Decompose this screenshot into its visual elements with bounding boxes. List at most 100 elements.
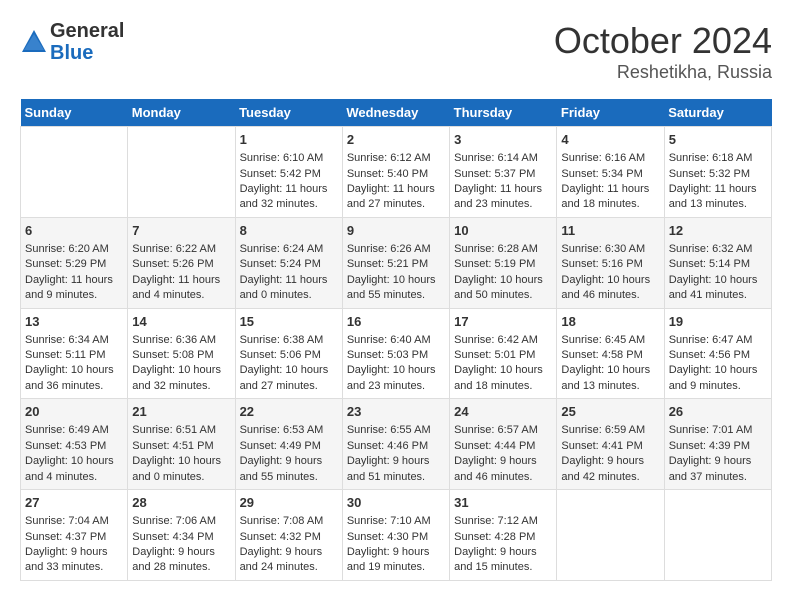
day-info: Daylight: 9 hours and 42 minutes. — [561, 454, 659, 485]
day-number: 16 — [347, 313, 445, 331]
calendar-cell: 3Sunrise: 6:14 AMSunset: 5:37 PMDaylight… — [450, 127, 557, 218]
col-wednesday: Wednesday — [342, 99, 449, 127]
day-info: Sunrise: 6:32 AM — [669, 242, 767, 257]
calendar-cell: 27Sunrise: 7:04 AMSunset: 4:37 PMDayligh… — [21, 490, 128, 581]
calendar-header: Sunday Monday Tuesday Wednesday Thursday… — [21, 99, 772, 127]
page-header: General Blue October 2024 Reshetikha, Ru… — [20, 20, 772, 83]
day-info: Sunset: 5:19 PM — [454, 257, 552, 272]
calendar-cell: 14Sunrise: 6:36 AMSunset: 5:08 PMDayligh… — [128, 308, 235, 399]
calendar-table: Sunday Monday Tuesday Wednesday Thursday… — [20, 99, 772, 581]
calendar-cell: 4Sunrise: 6:16 AMSunset: 5:34 PMDaylight… — [557, 127, 664, 218]
day-number: 12 — [669, 222, 767, 240]
calendar-cell: 31Sunrise: 7:12 AMSunset: 4:28 PMDayligh… — [450, 490, 557, 581]
day-number: 31 — [454, 494, 552, 512]
day-info: Sunset: 5:37 PM — [454, 167, 552, 182]
calendar-week-row: 13Sunrise: 6:34 AMSunset: 5:11 PMDayligh… — [21, 308, 772, 399]
day-info: Sunset: 4:34 PM — [132, 530, 230, 545]
calendar-cell: 23Sunrise: 6:55 AMSunset: 4:46 PMDayligh… — [342, 399, 449, 490]
calendar-body: 1Sunrise: 6:10 AMSunset: 5:42 PMDaylight… — [21, 127, 772, 581]
day-number: 10 — [454, 222, 552, 240]
day-number: 27 — [25, 494, 123, 512]
calendar-cell: 20Sunrise: 6:49 AMSunset: 4:53 PMDayligh… — [21, 399, 128, 490]
day-info: Sunset: 5:08 PM — [132, 348, 230, 363]
calendar-cell: 18 Sunrise: 6:45 AMSunset: 4:58 PMDayligh… — [557, 308, 664, 399]
location-title: Reshetikha, Russia — [554, 62, 772, 83]
day-info: Daylight: 10 hours and 13 minutes. — [561, 363, 659, 394]
day-number: 9 — [347, 222, 445, 240]
day-number: 1 — [240, 131, 338, 149]
logo: General Blue — [20, 20, 124, 64]
calendar-cell: 2Sunrise: 6:12 AMSunset: 5:40 PMDaylight… — [342, 127, 449, 218]
day-info: Sunset: 4:56 PM — [669, 348, 767, 363]
day-number: 4 — [561, 131, 659, 149]
day-number: 18 — [561, 313, 659, 331]
day-info: Daylight: 10 hours and 27 minutes. — [240, 363, 338, 394]
day-info: Sunset: 5:40 PM — [347, 167, 445, 182]
day-info: Daylight: 9 hours and 15 minutes. — [454, 545, 552, 576]
calendar-cell: 1Sunrise: 6:10 AMSunset: 5:42 PMDaylight… — [235, 127, 342, 218]
day-info: Daylight: 9 hours and 51 minutes. — [347, 454, 445, 485]
calendar-cell: 30 Sunrise: 7:10 AMSunset: 4:30 PMDayligh… — [342, 490, 449, 581]
day-number: 15 — [240, 313, 338, 331]
day-info: Sunset: 4:58 PM — [561, 348, 659, 363]
day-number: 25 — [561, 403, 659, 421]
day-info: Sunset: 5:03 PM — [347, 348, 445, 363]
day-number: 24 — [454, 403, 552, 421]
logo-general: General — [50, 20, 124, 42]
day-info: Sunrise: 6:45 AM — [561, 333, 659, 348]
day-info: Sunset: 4:53 PM — [25, 439, 123, 454]
day-info: Sunrise: 6:22 AM — [132, 242, 230, 257]
day-info: Daylight: 11 hours and 9 minutes. — [25, 273, 123, 304]
day-info: Daylight: 10 hours and 32 minutes. — [132, 363, 230, 394]
day-info: Sunset: 5:11 PM — [25, 348, 123, 363]
day-number: 20 — [25, 403, 123, 421]
day-info: Daylight: 10 hours and 41 minutes. — [669, 273, 767, 304]
day-number: 29 — [240, 494, 338, 512]
day-number: 13 — [25, 313, 123, 331]
day-info: Sunrise: 6:57 AM — [454, 423, 552, 438]
day-info: Sunset: 5:32 PM — [669, 167, 767, 182]
day-number: 30 — [347, 494, 445, 512]
day-info: Sunset: 5:26 PM — [132, 257, 230, 272]
day-number: 22 — [240, 403, 338, 421]
day-info: Daylight: 10 hours and 0 minutes. — [132, 454, 230, 485]
logo-icon — [20, 28, 48, 56]
col-saturday: Saturday — [664, 99, 771, 127]
day-info: Sunrise: 6:12 AM — [347, 151, 445, 166]
day-number: 14 — [132, 313, 230, 331]
day-number: 19 — [669, 313, 767, 331]
day-number: 28 — [132, 494, 230, 512]
calendar-week-row: 1Sunrise: 6:10 AMSunset: 5:42 PMDaylight… — [21, 127, 772, 218]
day-info: Daylight: 11 hours and 23 minutes. — [454, 182, 552, 213]
day-number: 17 — [454, 313, 552, 331]
calendar-cell: 21Sunrise: 6:51 AMSunset: 4:51 PMDayligh… — [128, 399, 235, 490]
day-info: Sunset: 4:30 PM — [347, 530, 445, 545]
day-info: Sunrise: 6:10 AM — [240, 151, 338, 166]
col-tuesday: Tuesday — [235, 99, 342, 127]
day-info: Sunrise: 7:01 AM — [669, 423, 767, 438]
day-info: Sunrise: 6:34 AM — [25, 333, 123, 348]
day-info: Sunset: 5:29 PM — [25, 257, 123, 272]
day-info: Sunrise: 6:28 AM — [454, 242, 552, 257]
day-info: Sunset: 4:39 PM — [669, 439, 767, 454]
day-info: Sunset: 4:32 PM — [240, 530, 338, 545]
day-info: Daylight: 10 hours and 55 minutes. — [347, 273, 445, 304]
calendar-cell: 26Sunrise: 7:01 AMSunset: 4:39 PMDayligh… — [664, 399, 771, 490]
day-info: Daylight: 9 hours and 19 minutes. — [347, 545, 445, 576]
day-number: 5 — [669, 131, 767, 149]
calendar-cell — [557, 490, 664, 581]
day-info: Sunset: 5:06 PM — [240, 348, 338, 363]
day-info: Daylight: 11 hours and 4 minutes. — [132, 273, 230, 304]
calendar-week-row: 6Sunrise: 6:20 AMSunset: 5:29 PMDaylight… — [21, 217, 772, 308]
calendar-cell: 12Sunrise: 6:32 AMSunset: 5:14 PMDayligh… — [664, 217, 771, 308]
day-info: Daylight: 9 hours and 46 minutes. — [454, 454, 552, 485]
calendar-cell: 25Sunrise: 6:59 AMSunset: 4:41 PMDayligh… — [557, 399, 664, 490]
day-info: Daylight: 10 hours and 18 minutes. — [454, 363, 552, 394]
logo-blue: Blue — [50, 42, 124, 64]
calendar-cell: 11Sunrise: 6:30 AMSunset: 5:16 PMDayligh… — [557, 217, 664, 308]
day-info: Sunrise: 6:14 AM — [454, 151, 552, 166]
day-info: Sunrise: 7:10 AM — [347, 514, 445, 529]
day-info: Sunrise: 6:16 AM — [561, 151, 659, 166]
calendar-cell — [128, 127, 235, 218]
day-info: Daylight: 10 hours and 36 minutes. — [25, 363, 123, 394]
